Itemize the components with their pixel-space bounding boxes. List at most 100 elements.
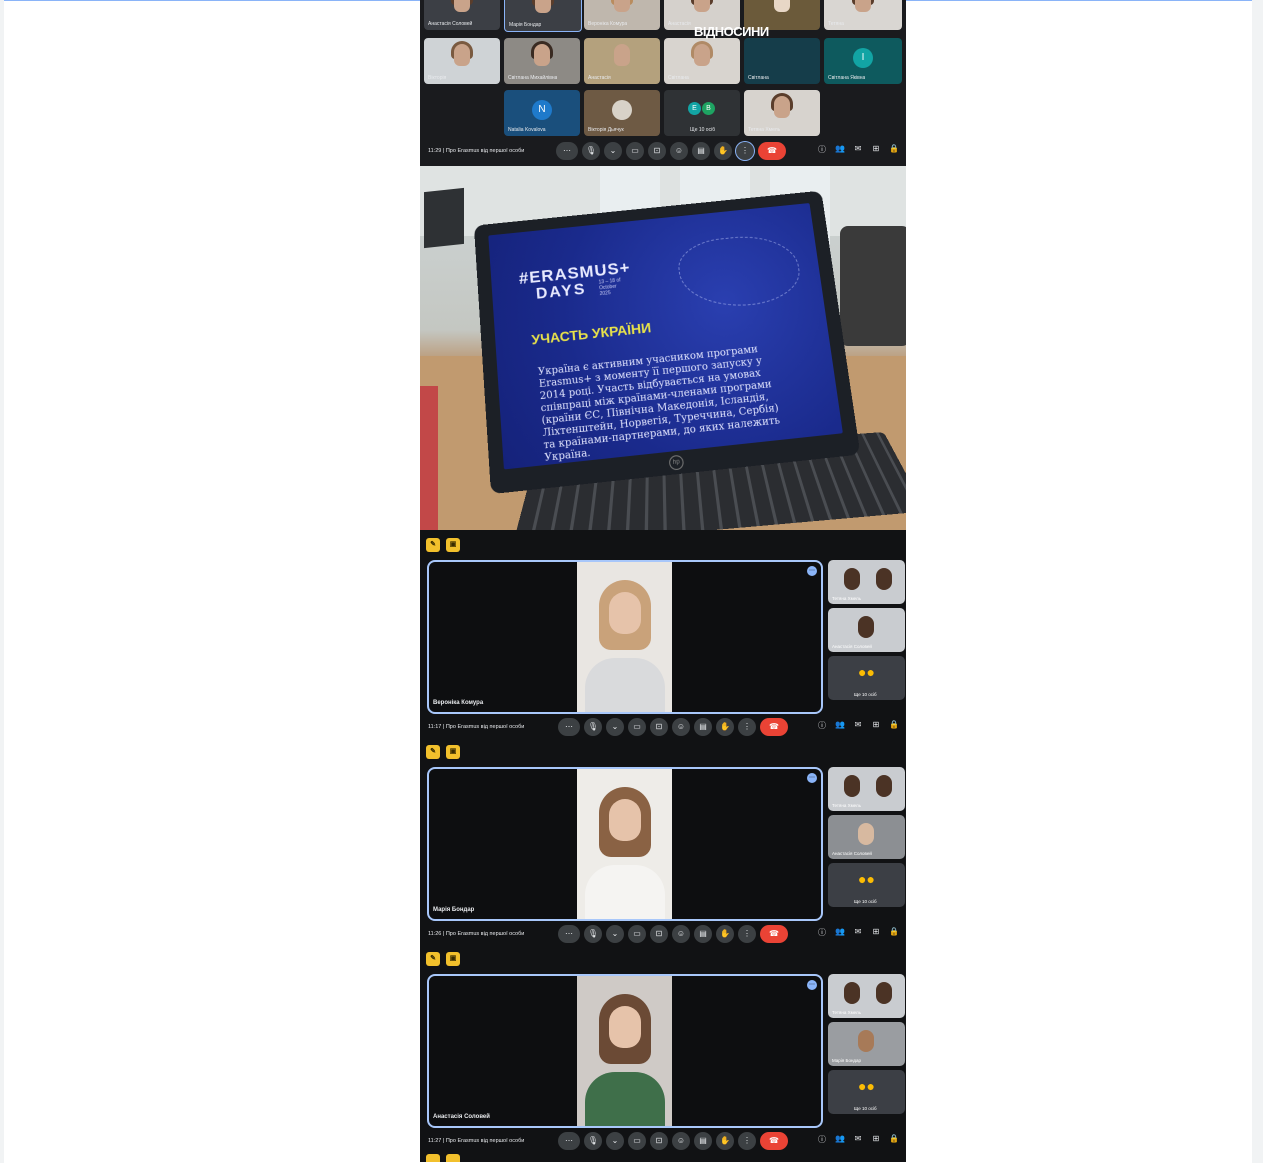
people-group-icon: ●● [858,664,875,680]
info-icon[interactable]: ⓘ [816,1134,828,1145]
activities-icon[interactable]: ⊞ [870,927,882,938]
more-icon[interactable]: ⋯ [807,773,817,783]
chat-icon[interactable]: ✉ [852,927,864,938]
activities-icon[interactable]: ⊞ [870,1134,882,1145]
mic-icon[interactable]: 🎙 [584,718,602,736]
more-icon[interactable]: ⋯ [807,566,817,576]
camera-icon[interactable]: ▭ [626,142,644,160]
laptop-screen: #ERASMUS+ DAYS 13 – 18 of October 2025 У… [473,190,861,495]
emoji-icon[interactable]: ☺ [672,718,690,736]
speaker-video: Вероніка Комура ⋯ [427,560,823,714]
lock-icon[interactable]: 🔒 [888,144,900,155]
avatar: I [853,48,873,68]
captions-icon[interactable]: ▤ [692,142,710,160]
kebab-menu-icon[interactable]: ⋮ [738,925,756,943]
speaker-body [585,658,665,712]
speaker-video: Анастасія Соловей ⋯ [427,974,823,1128]
speaker-camera [577,769,672,919]
laptop-photo: #ERASMUS+ DAYS 13 – 18 of October 2025 У… [420,166,906,530]
kebab-menu-icon[interactable]: ⋮ [738,718,756,736]
people-icon[interactable]: 👥 [834,1134,846,1145]
info-icon[interactable]: ⓘ [816,927,828,938]
chevron-down-icon[interactable]: ⌄ [604,142,622,160]
more-icon[interactable]: ⋯ [807,980,817,990]
camera-icon[interactable]: ▭ [628,1132,646,1150]
lock-icon[interactable]: 🔒 [888,720,900,731]
participant-name: Анастасія [588,75,611,81]
participant-tile: Світлана [744,38,820,84]
slide-dates: 13 – 18 of October 2025 [598,277,621,298]
chat-icon[interactable]: ✉ [852,144,864,155]
side-participants: Тетяна Хмель Марія Бондар ●● Ще 10 осіб [828,974,905,1118]
participant-name: Анастасія Соловей [428,21,473,27]
end-call-button[interactable]: ☎ [758,142,786,160]
emoji-icon[interactable]: ☺ [670,142,688,160]
raise-hand-icon[interactable]: ✋ [716,718,734,736]
next-section-badges [426,1154,460,1162]
people-icon[interactable]: 👥 [834,720,846,731]
more-options-icon[interactable]: ⋯ [558,718,580,736]
kebab-menu-icon[interactable]: ⋮ [736,142,754,160]
speaker-camera [577,976,672,1126]
info-icon[interactable]: ⓘ [816,720,828,731]
side-tile: ●● Ще 10 осіб [828,656,905,700]
participant-tile: Анастасія [584,38,660,84]
mic-icon[interactable]: 🎙 [582,142,600,160]
speaker-name: Марія Бондар [433,907,475,913]
participant-tile: Марія Бондар [504,0,582,32]
speaker-name: Вероніка Комура [433,700,484,706]
chevron-down-icon[interactable]: ⌄ [606,1132,624,1150]
lock-icon[interactable]: 🔒 [888,927,900,938]
present-icon[interactable]: ⊡ [650,925,668,943]
mic-icon[interactable]: 🎙 [584,925,602,943]
chevron-down-icon[interactable]: ⌄ [606,925,624,943]
present-icon[interactable]: ⊡ [650,718,668,736]
camera-icon[interactable]: ▭ [628,718,646,736]
participant-name: Марія Бондар [509,22,542,28]
chat-icon[interactable]: ✉ [852,720,864,731]
emoji-icon[interactable]: ☺ [672,925,690,943]
more-options-icon[interactable]: ⋯ [558,1132,580,1150]
end-call-button[interactable]: ☎ [760,1132,788,1150]
activities-icon[interactable]: ⊞ [870,144,882,155]
more-options-icon[interactable]: ⋯ [556,142,578,160]
participant-tile: Е В Ще 10 осіб [664,90,740,136]
speaker-section-3: ✎ ▣ Анастасія Соловей ⋯ Тетяна Хмель Мар… [420,946,906,1153]
end-call-button[interactable]: ☎ [760,718,788,736]
avatar: В [702,102,715,115]
kebab-menu-icon[interactable]: ⋮ [738,1132,756,1150]
participant-tile: Анастасія Соловей [424,0,500,30]
info-icon[interactable]: ⓘ [816,144,828,155]
side-tile: Тетяна Хмель [828,560,905,604]
captions-icon[interactable]: ▤ [694,718,712,736]
people-icon[interactable]: 👥 [834,144,846,155]
chat-icon[interactable]: ✉ [852,1134,864,1145]
present-icon[interactable]: ⊡ [650,1132,668,1150]
captions-icon[interactable]: ▤ [694,925,712,943]
raise-hand-icon[interactable]: ✋ [716,925,734,943]
end-call-button[interactable]: ☎ [760,925,788,943]
activities-icon[interactable]: ⊞ [870,720,882,731]
people-icon[interactable]: 👥 [834,927,846,938]
raise-hand-icon[interactable]: ✋ [714,142,732,160]
avatar [612,100,632,120]
present-icon[interactable]: ⊡ [648,142,666,160]
lock-icon[interactable]: 🔒 [888,1134,900,1145]
emoji-icon[interactable]: ☺ [672,1132,690,1150]
participant-tile: Вікторія [424,38,500,84]
pencil-badge-icon [426,1154,440,1162]
chevron-down-icon[interactable]: ⌄ [606,718,624,736]
raise-hand-icon[interactable]: ✋ [716,1132,734,1150]
side-tile: ●● Ще 10 осіб [828,1070,905,1114]
camera-icon[interactable]: ▭ [628,925,646,943]
slide-body-text: Україна є активним учасником програми Er… [537,344,781,465]
people-group-icon: ●● [858,1078,875,1094]
side-tile: Марія Бондар [828,1022,905,1066]
speaker-face [609,592,641,634]
pencil-badge-icon: ✎ [426,952,440,966]
mic-icon[interactable]: 🎙 [584,1132,602,1150]
overlay-caption: ВІДНОСИНИ [694,24,769,39]
captions-icon[interactable]: ▤ [694,1132,712,1150]
more-options-icon[interactable]: ⋯ [558,925,580,943]
side-participants: Тетяна Хмель Анастасія Соловей ●● Ще 10 о… [828,767,905,911]
